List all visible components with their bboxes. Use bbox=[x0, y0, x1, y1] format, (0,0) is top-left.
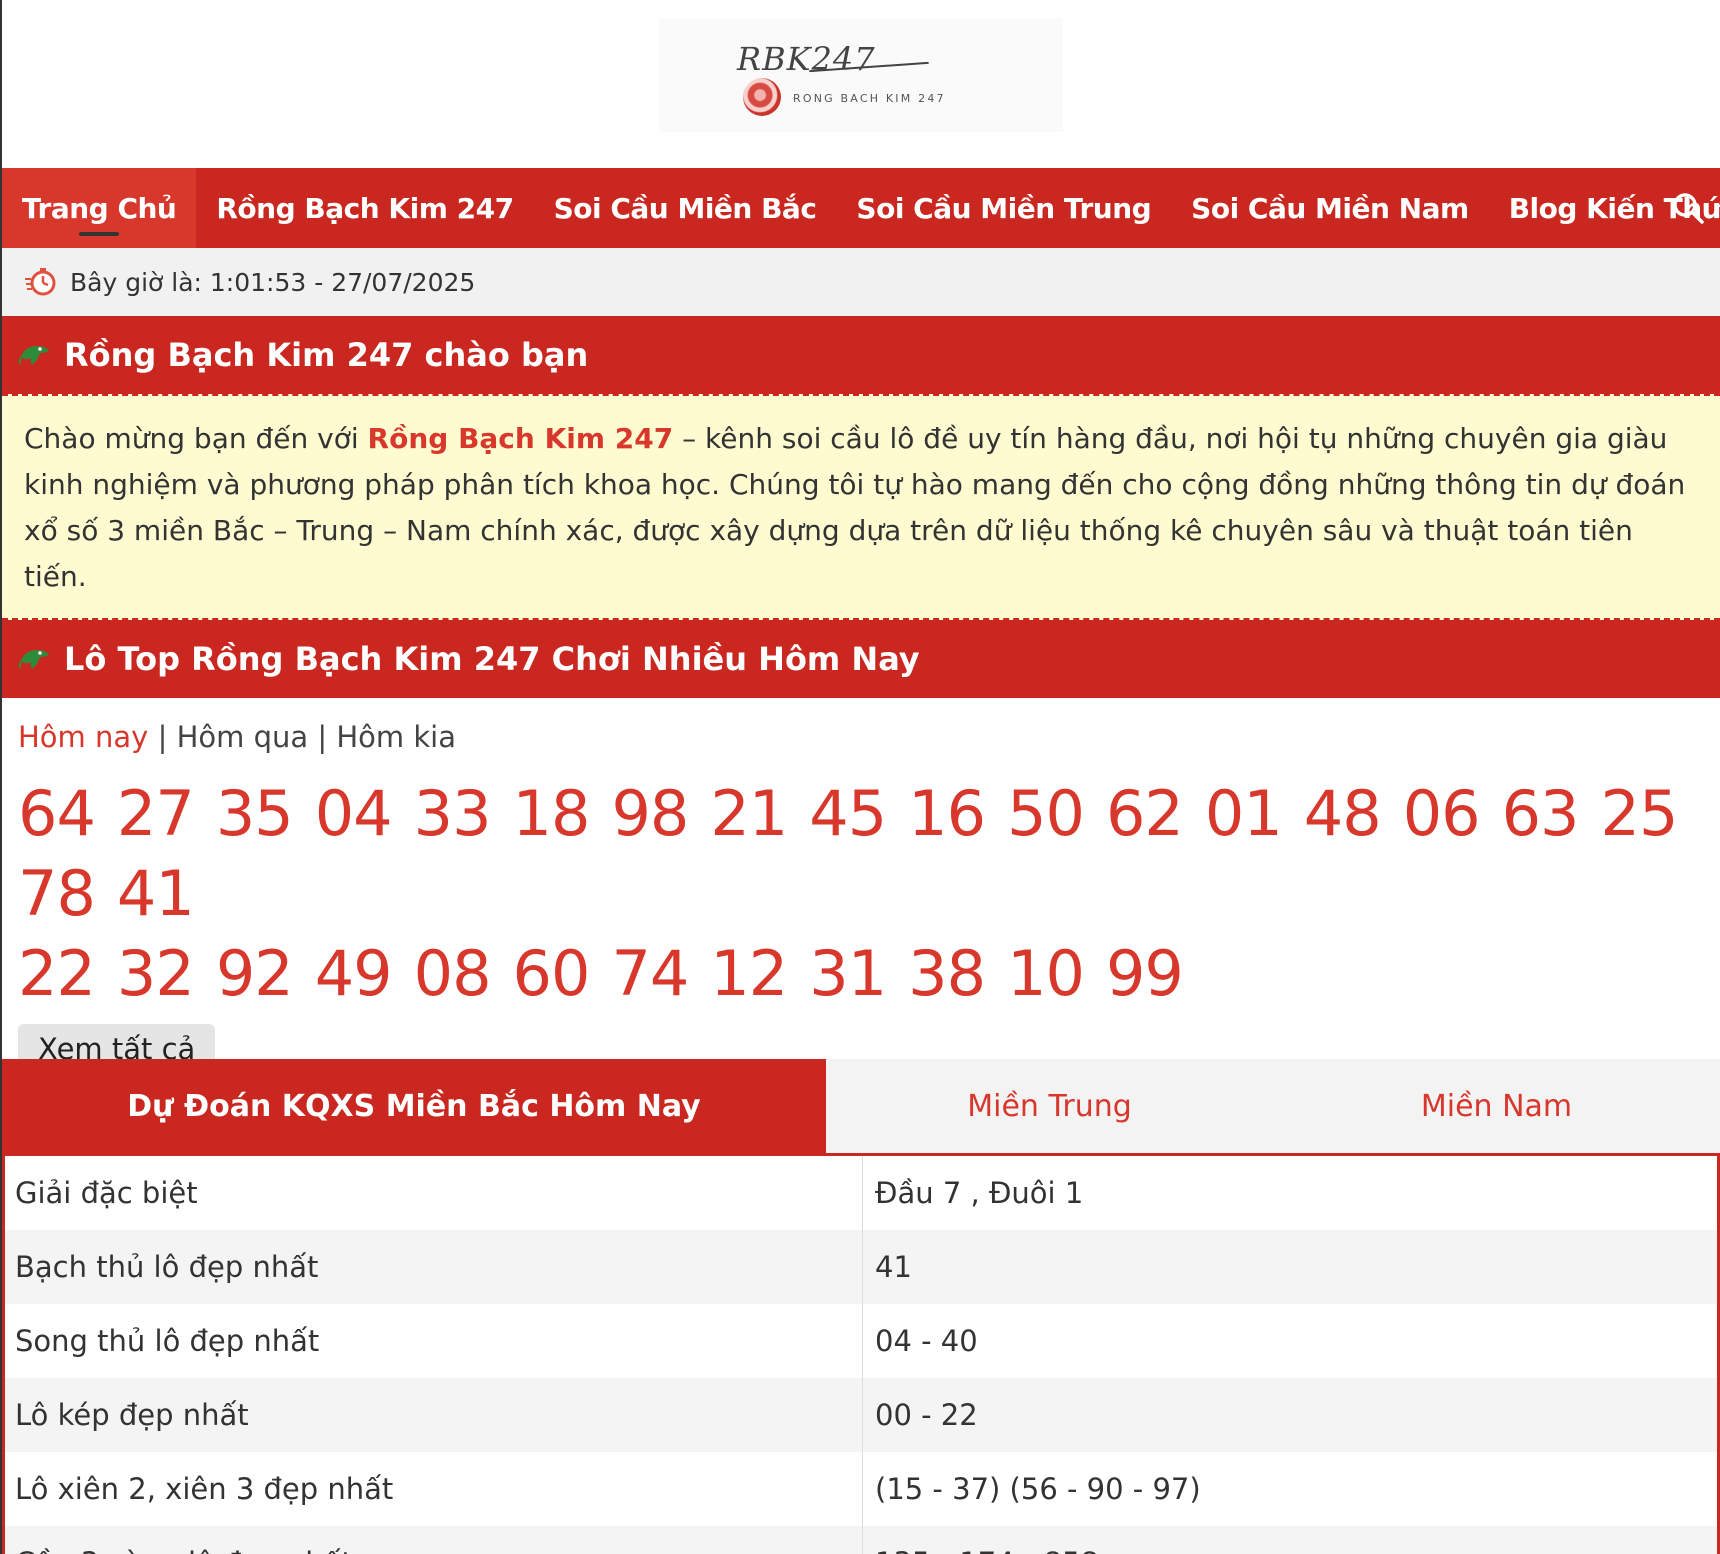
lucky-number: 01 bbox=[1204, 777, 1283, 850]
tab-mien-nam[interactable]: Miền Nam bbox=[1273, 1059, 1720, 1153]
main-nav: Trang Chủ Rồng Bạch Kim 247 Soi Cầu Miền… bbox=[2, 168, 1720, 248]
top-numbers-list: 64 27 35 04 33 18 98 21 45 16 50 62 01 48 06 63 25 78 41 2… bbox=[18, 774, 1704, 1014]
lucky-number: 60 bbox=[512, 937, 591, 1010]
table-row: Cầu 3 càng lô đẹp nhất 135 - 174 - 858 bbox=[5, 1526, 1717, 1554]
row-value: 00 - 22 bbox=[875, 1398, 978, 1432]
site-logo[interactable]: RBK247 RONG BACH KIM 247 bbox=[659, 18, 1063, 132]
lucky-number: 99 bbox=[1105, 937, 1184, 1010]
logo-subtitle: RONG BACH KIM 247 bbox=[793, 92, 946, 105]
row-value: 41 bbox=[875, 1250, 912, 1284]
lucky-number: 38 bbox=[908, 937, 986, 1010]
intro-text: Chào mừng bạn đến với Rồng Bạch Kim 247 … bbox=[2, 394, 1720, 620]
search-icon[interactable] bbox=[1668, 188, 1708, 228]
page: RBK247 RONG BACH KIM 247 Trang Chủ Rồng … bbox=[0, 0, 1720, 1554]
lucky-number: 32 bbox=[116, 937, 195, 1010]
nav-item-soi-cau-mien-bac[interactable]: Soi Cầu Miền Bắc bbox=[534, 168, 837, 248]
table-row: Bạch thủ lô đẹp nhất 41 bbox=[5, 1230, 1717, 1304]
row-label: Lô xiên 2, xiên 3 đẹp nhất bbox=[5, 1452, 863, 1526]
tab-day-before[interactable]: Hôm kia bbox=[336, 720, 456, 754]
top-numbers-title: Lô Top Rồng Bạch Kim 247 Chơi Nhiều Hôm … bbox=[64, 640, 920, 678]
tab-separator: | bbox=[317, 720, 328, 754]
lucky-number: 04 bbox=[314, 777, 393, 850]
lucky-number: 25 bbox=[1600, 777, 1679, 850]
lucky-number: 16 bbox=[908, 777, 986, 850]
row-value: Đầu 7 , Đuôi 1 bbox=[875, 1176, 1084, 1210]
tab-mien-trung[interactable]: Miền Trung bbox=[826, 1059, 1273, 1153]
lucky-number: 06 bbox=[1402, 777, 1481, 850]
lucky-number: 41 bbox=[116, 857, 195, 930]
lucky-number: 22 bbox=[18, 937, 96, 1010]
row-value: 04 - 40 bbox=[875, 1324, 978, 1358]
lucky-number: 08 bbox=[413, 937, 492, 1010]
lucky-number: 18 bbox=[512, 777, 591, 850]
table-row: Song thủ lô đẹp nhất 04 - 40 bbox=[5, 1304, 1717, 1378]
intro-before: Chào mừng bạn đến với bbox=[24, 422, 368, 455]
intro-brand-link[interactable]: Rồng Bạch Kim 247 bbox=[368, 422, 674, 455]
row-label: Song thủ lô đẹp nhất bbox=[5, 1304, 863, 1378]
lucky-number: 78 bbox=[18, 857, 96, 930]
nav-item-soi-cau-mien-trung[interactable]: Soi Cầu Miền Trung bbox=[836, 168, 1171, 248]
lucky-number: 45 bbox=[809, 777, 887, 850]
row-label: Bạch thủ lô đẹp nhất bbox=[5, 1230, 863, 1304]
clock-bar: Bây giờ là: 1:01:53 - 27/07/2025 bbox=[2, 248, 1720, 316]
stopwatch-icon bbox=[24, 267, 58, 297]
lizard-icon bbox=[18, 340, 52, 370]
row-label: Lô kép đẹp nhất bbox=[5, 1378, 863, 1452]
lucky-number: 50 bbox=[1007, 777, 1085, 850]
day-tabs: Hôm nay | Hôm qua | Hôm kia bbox=[18, 720, 1704, 754]
tab-separator: | bbox=[157, 720, 168, 754]
nav-item-soi-cau-mien-nam[interactable]: Soi Cầu Miền Nam bbox=[1171, 168, 1489, 248]
welcome-title: Rồng Bạch Kim 247 chào bạn bbox=[64, 336, 589, 374]
numbers-line-2: 22 32 92 49 08 60 74 12 31 38 10 99 bbox=[18, 934, 1704, 1014]
top-numbers-box: Hôm nay | Hôm qua | Hôm kia 64 27 35 04 33 18… bbox=[2, 698, 1720, 1074]
region-tabs: Dự Đoán KQXS Miền Bắc Hôm Nay Miền Trung… bbox=[2, 1059, 1720, 1153]
row-label: Cầu 3 càng lô đẹp nhất bbox=[5, 1526, 863, 1554]
logo-script: RBK247 bbox=[737, 40, 876, 78]
lucky-number: 98 bbox=[611, 777, 689, 850]
lucky-number: 62 bbox=[1105, 777, 1184, 850]
header: RBK247 RONG BACH KIM 247 bbox=[2, 0, 1720, 168]
table-row: Giải đặc biệt Đầu 7 , Đuôi 1 bbox=[5, 1156, 1717, 1230]
numbers-line-1: 64 27 35 04 33 18 98 21 45 16 50 62 01 48 06 63 25 78 41 bbox=[18, 774, 1704, 934]
tab-today[interactable]: Hôm nay bbox=[18, 720, 148, 754]
table-row: Lô kép đẹp nhất 00 - 22 bbox=[5, 1378, 1717, 1452]
lucky-number: 49 bbox=[314, 937, 393, 1010]
tab-yesterday[interactable]: Hôm qua bbox=[177, 720, 309, 754]
dragon-emblem-icon bbox=[743, 78, 781, 116]
welcome-heading: Rồng Bạch Kim 247 chào bạn bbox=[2, 316, 1720, 394]
lucky-number: 12 bbox=[710, 937, 788, 1010]
row-label: Giải đặc biệt bbox=[5, 1156, 863, 1230]
lucky-number: 74 bbox=[611, 937, 689, 1010]
lucky-number: 10 bbox=[1007, 937, 1085, 1010]
row-value: 135 - 174 - 858 bbox=[863, 1526, 1717, 1554]
lucky-number: 27 bbox=[116, 777, 195, 850]
row-value: (15 - 37) (56 - 90 - 97) bbox=[875, 1472, 1201, 1506]
lucky-number: 63 bbox=[1501, 777, 1580, 850]
lucky-number: 64 bbox=[18, 777, 96, 850]
lucky-number: 48 bbox=[1303, 777, 1382, 850]
lucky-number: 92 bbox=[215, 937, 294, 1010]
lizard-icon bbox=[18, 644, 52, 674]
prediction-table: Giải đặc biệt Đầu 7 , Đuôi 1 Bạch thủ lô… bbox=[2, 1153, 1720, 1554]
current-time: Bây giờ là: 1:01:53 - 27/07/2025 bbox=[70, 267, 476, 297]
nav-item-rong-bach-kim[interactable]: Rồng Bạch Kim 247 bbox=[196, 168, 533, 248]
table-row: Lô xiên 2, xiên 3 đẹp nhất (15 - 37) (56… bbox=[5, 1452, 1717, 1526]
tab-mien-bac[interactable]: Dự Đoán KQXS Miền Bắc Hôm Nay bbox=[2, 1059, 826, 1153]
nav-item-home[interactable]: Trang Chủ bbox=[2, 168, 197, 248]
lucky-number: 35 bbox=[215, 777, 294, 850]
lucky-number: 21 bbox=[710, 777, 788, 850]
top-numbers-heading: Lô Top Rồng Bạch Kim 247 Chơi Nhiều Hôm … bbox=[2, 620, 1720, 698]
lucky-number: 33 bbox=[413, 777, 492, 850]
lucky-number: 31 bbox=[809, 937, 887, 1010]
